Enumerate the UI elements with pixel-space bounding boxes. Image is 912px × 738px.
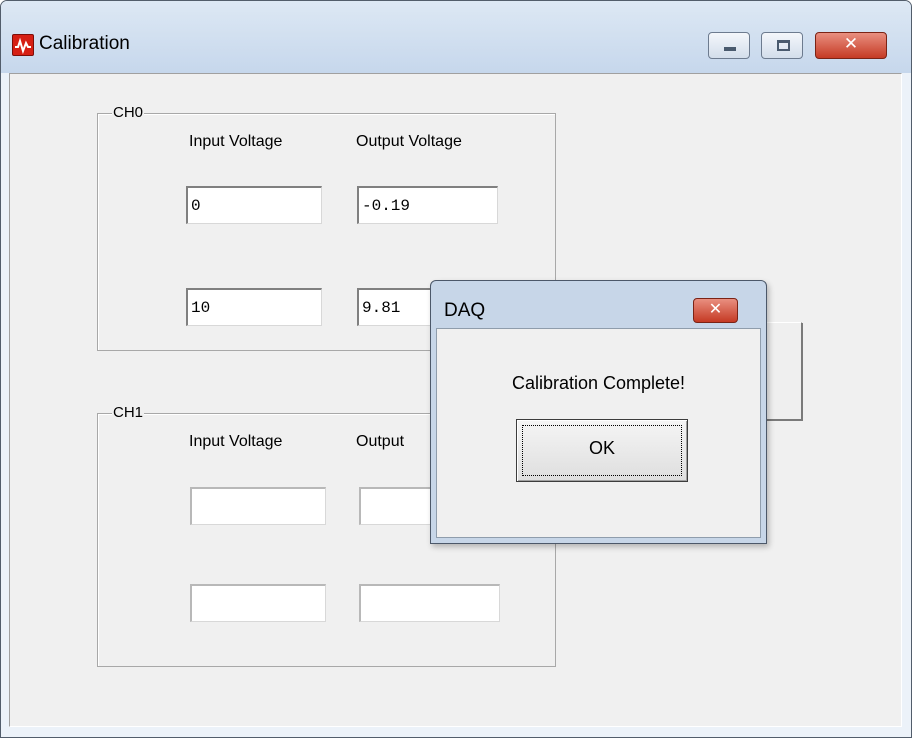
ch1-label: CH1 [112, 404, 145, 421]
ok-button[interactable]: OK [516, 419, 688, 482]
ch0-input-voltage-2[interactable]: 10 [186, 288, 322, 326]
ch1-input-voltage-1[interactable] [190, 487, 326, 525]
dialog-close-button[interactable]: ✕ [693, 298, 738, 323]
ch0-input-voltage-1[interactable]: 0 [186, 186, 322, 224]
ch0-output-voltage-header: Output Voltage [356, 133, 462, 150]
ch1-output-voltage-header: Output [356, 433, 405, 450]
maximize-icon [777, 40, 790, 51]
ok-button-label: OK [588, 438, 615, 458]
ch1-output-voltage-2[interactable] [359, 584, 500, 622]
dialog-message: Calibration Complete! [511, 373, 686, 393]
ch0-input-voltage-header: Input Voltage [189, 133, 283, 150]
close-icon: ✕ [843, 34, 859, 54]
ch1-input-voltage-2[interactable] [190, 584, 326, 622]
ch1-input-voltage-header: Input Voltage [189, 433, 283, 450]
maximize-button[interactable] [761, 32, 803, 59]
title-bar[interactable]: Calibration ✕ [1, 1, 911, 73]
close-icon: ✕ [708, 299, 723, 318]
window-title: Calibration [39, 33, 130, 54]
close-button[interactable]: ✕ [815, 32, 887, 59]
waveform-icon [12, 34, 34, 56]
ch0-output-voltage-1[interactable]: -0.19 [357, 186, 498, 224]
dialog-title: DAQ [444, 300, 486, 321]
dialog-body: Calibration Complete! OK [436, 328, 761, 538]
ch0-label: CH0 [112, 104, 145, 121]
minimize-icon [724, 47, 736, 51]
daq-message-dialog: DAQ ✕ Calibration Complete! OK [430, 280, 767, 544]
minimize-button[interactable] [708, 32, 750, 59]
